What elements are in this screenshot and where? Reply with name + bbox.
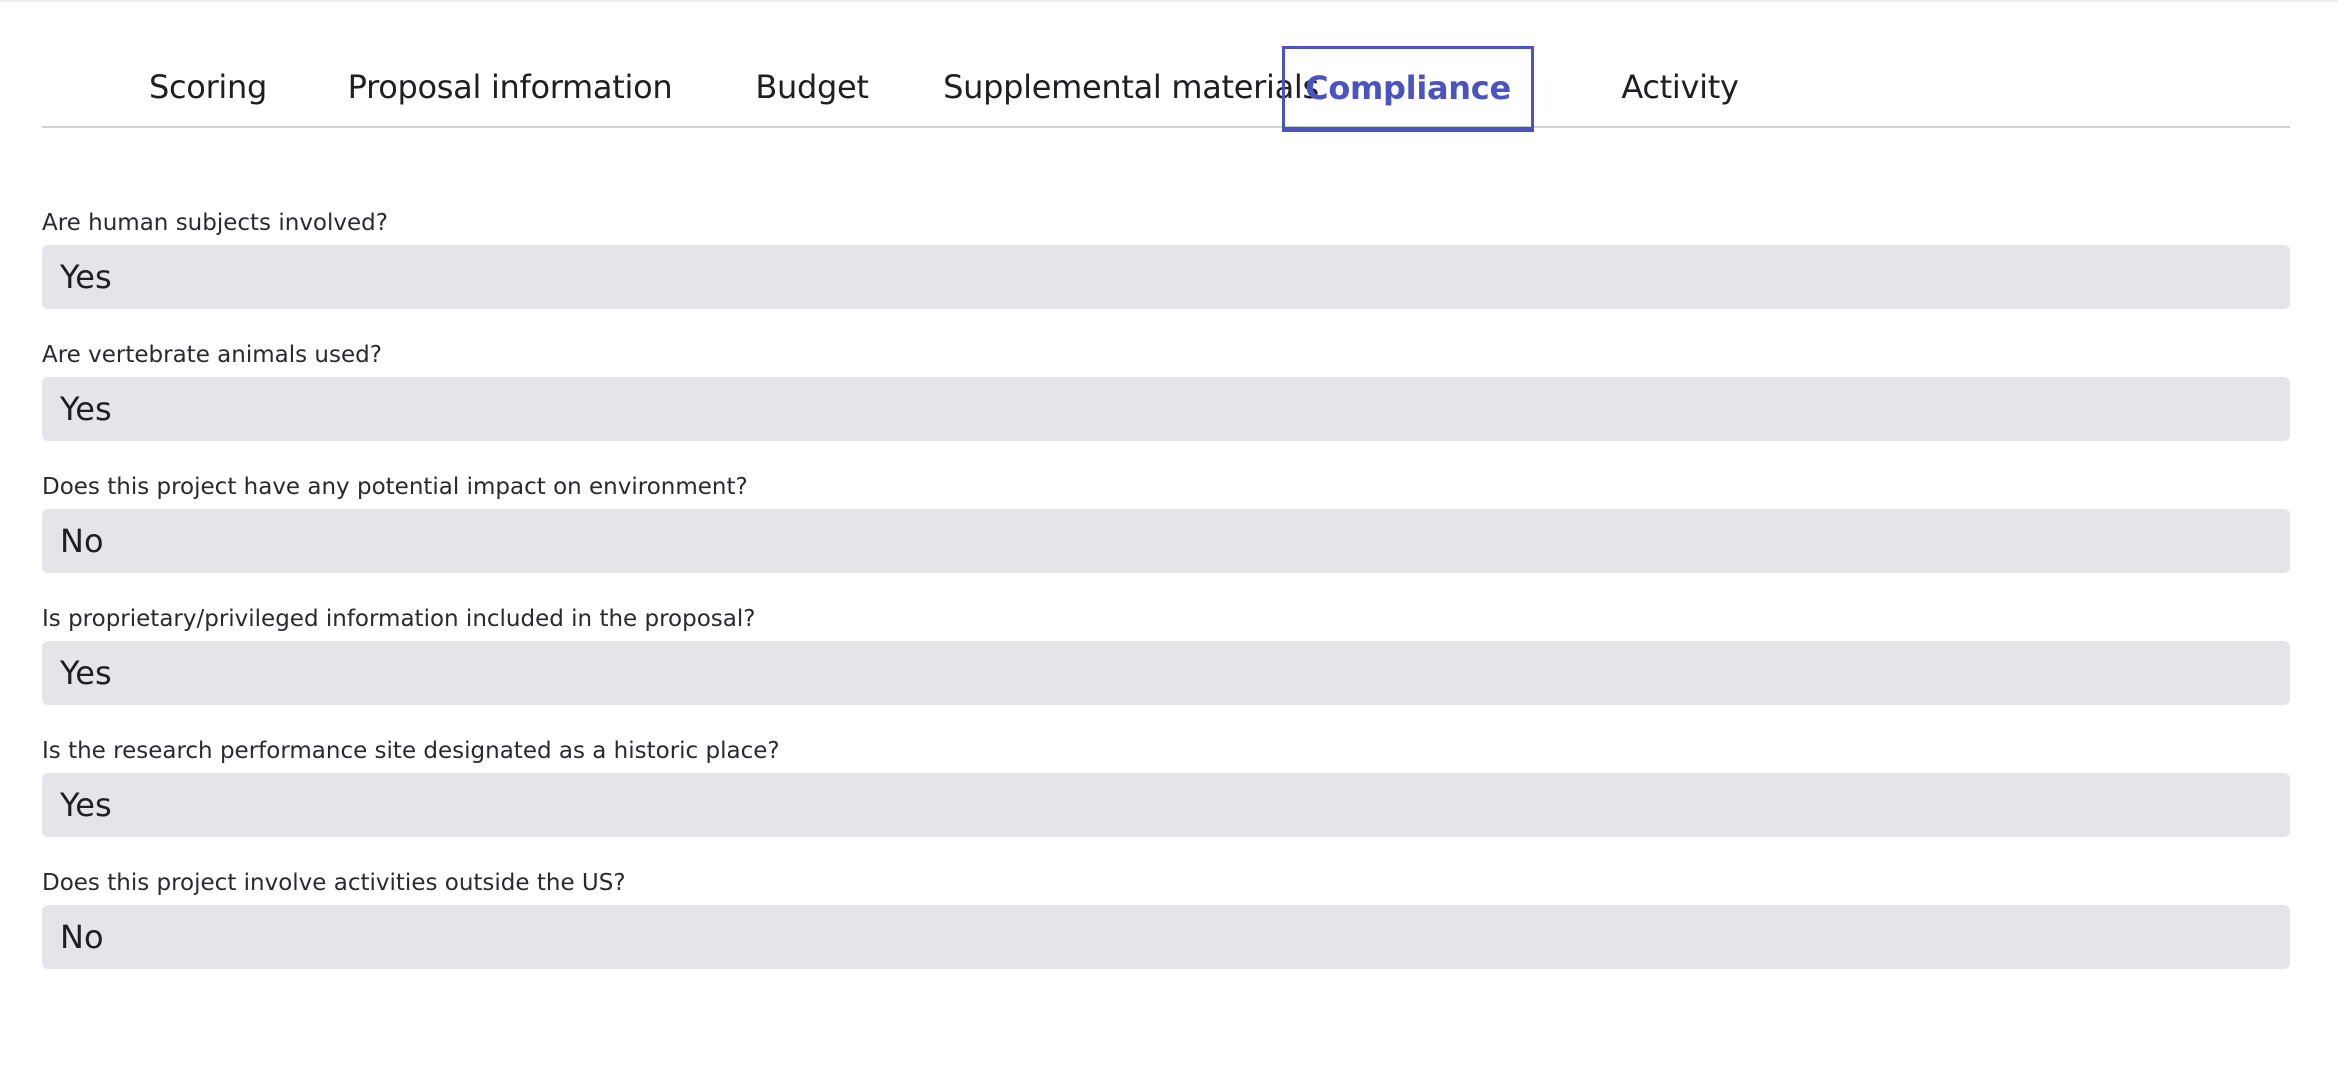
answer-field: Yes	[42, 773, 2290, 837]
answer-field: No	[42, 905, 2290, 969]
tab-bar: Scoring Proposal information Budget Supp…	[42, 46, 2290, 132]
tab-scoring[interactable]: Scoring	[102, 46, 314, 128]
answer-field: Yes	[42, 641, 2290, 705]
tab-budget[interactable]: Budget	[706, 46, 918, 128]
question-label: Is the research performance site designa…	[42, 738, 780, 764]
answer-field: Yes	[42, 245, 2290, 309]
question-human-subjects: Are human subjects involved? Yes	[42, 205, 2290, 337]
question-environment-impact: Does this project have any potential imp…	[42, 469, 2290, 601]
tab-proposal-information[interactable]: Proposal information	[306, 46, 714, 128]
tab-activity[interactable]: Activity	[1574, 46, 1786, 128]
question-proprietary-information: Is proprietary/privileged information in…	[42, 601, 2290, 733]
question-historic-place: Is the research performance site designa…	[42, 733, 2290, 865]
answer-field: Yes	[42, 377, 2290, 441]
question-outside-us: Does this project involve activities out…	[42, 865, 2290, 997]
top-divider	[0, 0, 2338, 2]
compliance-page: Scoring Proposal information Budget Supp…	[0, 0, 2338, 1086]
question-label: Is proprietary/privileged information in…	[42, 606, 756, 632]
answer-field: No	[42, 509, 2290, 573]
question-label: Are human subjects involved?	[42, 210, 388, 236]
question-label: Does this project involve activities out…	[42, 870, 626, 896]
question-label: Are vertebrate animals used?	[42, 342, 382, 368]
question-label: Does this project have any potential imp…	[42, 474, 748, 500]
compliance-questions: Are human subjects involved? Yes Are ver…	[42, 205, 2290, 997]
tab-compliance[interactable]: Compliance	[1282, 46, 1534, 132]
question-vertebrate-animals: Are vertebrate animals used? Yes	[42, 337, 2290, 469]
